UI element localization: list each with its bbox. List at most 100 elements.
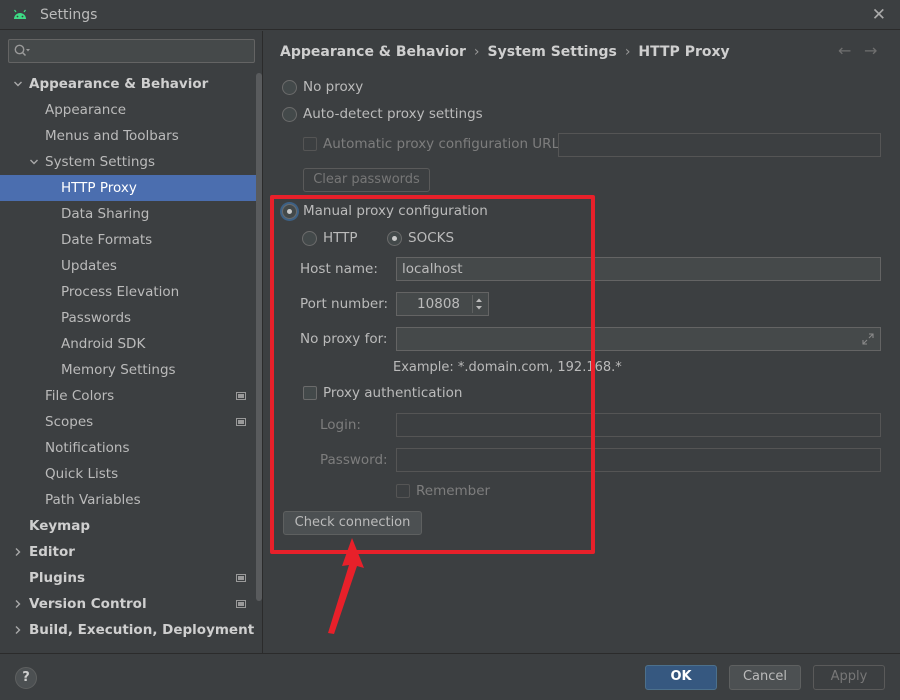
back-arrow-icon[interactable]: ← [838,41,851,60]
sidebar-item-android-sdk[interactable]: Android SDK [0,331,262,357]
password-input[interactable] [396,448,881,472]
sidebar-item-scopes[interactable]: Scopes [0,409,262,435]
forward-arrow-icon[interactable]: → [864,41,877,60]
host-name-label: Host name: [300,261,378,277]
sidebar-item-label: Passwords [61,310,132,326]
android-icon [14,9,26,19]
search-icon [14,44,30,57]
login-input[interactable] [396,413,881,437]
no-proxy-example: Example: *.domain.com, 192.168.* [393,360,622,375]
sidebar-item-appearance[interactable]: Appearance [0,97,262,123]
sidebar-item-label: Android SDK [61,336,146,352]
breadcrumb-item[interactable]: System Settings [488,44,617,60]
project-level-icon [236,418,246,426]
sidebar-item-label: Data Sharing [61,206,150,222]
password-label: Password: [320,452,388,468]
search-input[interactable] [8,39,255,63]
sidebar-item-build-execution-deployment[interactable]: Build, Execution, Deployment [0,617,262,643]
auto-detect-radio[interactable] [282,107,297,122]
sidebar-item-label: Appearance [45,102,127,118]
http-radio[interactable] [302,231,317,246]
sidebar-item-label: Keymap [29,518,91,534]
sidebar-item-quick-lists[interactable]: Quick Lists [0,461,262,487]
sidebar-item-label: System Settings [45,154,156,170]
sidebar-item-label: Plugins [29,570,86,586]
settings-sidebar: Appearance & Behavior Appearance Menus and… [0,31,263,653]
no-proxy-for-input[interactable] [396,327,881,351]
sidebar-item-label: Path Variables [45,492,141,508]
no-proxy-radio[interactable] [282,80,297,95]
sidebar-item-system-settings[interactable]: System Settings [0,149,262,175]
dialog-footer: ? OK Cancel Apply [0,653,900,700]
proxy-authentication-label: Proxy authentication [323,385,463,401]
sidebar-item-file-colors[interactable]: File Colors [0,383,262,409]
sidebar-item-label: Scopes [45,414,94,430]
sidebar-item-label: Appearance & Behavior [29,76,209,92]
check-connection-button[interactable]: Check connection [283,511,422,535]
settings-tree: Appearance & Behavior Appearance Menus and… [0,71,262,643]
http-proxy-panel: Appearance & Behavior › System Settings › HT… [264,31,900,653]
http-label: HTTP [323,230,358,246]
login-label: Login: [320,417,361,433]
sidebar-item-label: Date Formats [61,232,153,248]
sidebar-item-process-elevation[interactable]: Process Elevation [0,279,262,305]
sidebar-item-menus-and-toolbars[interactable]: Menus and Toolbars [0,123,262,149]
sidebar-item-date-formats[interactable]: Date Formats [0,227,262,253]
sidebar-item-memory-settings[interactable]: Memory Settings [0,357,262,383]
sidebar-item-label: Editor [29,544,75,560]
sidebar-item-label: HTTP Proxy [61,180,137,196]
sidebar-item-label: Build, Execution, Deployment [29,622,255,638]
auto-detect-label: Auto-detect proxy settings [303,106,483,122]
sidebar-item-updates[interactable]: Updates [0,253,262,279]
sidebar-item-label: Version Control [29,596,147,612]
sidebar-item-data-sharing[interactable]: Data Sharing [0,201,262,227]
sidebar-item-plugins[interactable]: Plugins [0,565,262,591]
auto-url-checkbox[interactable] [303,137,317,151]
sidebar-item-path-variables[interactable]: Path Variables [0,487,262,513]
socks-radio[interactable] [387,231,402,246]
no-proxy-for-label: No proxy for: [300,331,388,347]
cancel-button[interactable]: Cancel [729,665,801,690]
sidebar-item-passwords[interactable]: Passwords [0,305,262,331]
remember-checkbox[interactable] [396,484,410,498]
proxy-authentication-checkbox[interactable] [303,386,317,400]
sidebar-item-http-proxy[interactable]: HTTP Proxy [0,175,262,201]
stepper-arrows-icon[interactable] [472,295,486,313]
chevron-down-icon[interactable] [29,157,39,167]
breadcrumb-separator: › [473,44,480,60]
apply-button[interactable]: Apply [813,665,885,690]
sidebar-item-keymap[interactable]: Keymap [0,513,262,539]
clear-passwords-button[interactable]: Clear passwords [303,168,430,192]
ok-button[interactable]: OK [645,665,717,690]
sidebar-item-label: Process Elevation [61,284,180,300]
port-number-label: Port number: [300,296,389,312]
sidebar-item-label: Memory Settings [61,362,176,378]
breadcrumb-item[interactable]: Appearance & Behavior [280,44,466,60]
close-icon[interactable]: ✕ [872,5,886,25]
project-level-icon [236,600,246,608]
sidebar-item-label: Notifications [45,440,130,456]
sidebar-item-notifications[interactable]: Notifications [0,435,262,461]
chevron-right-icon[interactable] [13,547,23,557]
chevron-right-icon[interactable] [13,625,23,635]
sidebar-item-label: Updates [61,258,117,274]
auto-url-label: Automatic proxy configuration URL: [323,136,564,152]
port-number-stepper[interactable] [396,292,489,316]
title-bar: Settings ✕ [0,0,900,30]
sidebar-scrollbar[interactable] [256,73,262,601]
help-button[interactable]: ? [15,667,37,689]
sidebar-item-appearance-behavior[interactable]: Appearance & Behavior [0,71,262,97]
manual-proxy-radio[interactable] [282,204,297,219]
chevron-down-icon[interactable] [13,79,23,89]
chevron-right-icon[interactable] [13,599,23,609]
sidebar-item-editor[interactable]: Editor [0,539,262,565]
sidebar-item-label: File Colors [45,388,115,404]
project-level-icon [236,392,246,400]
auto-url-input[interactable] [558,133,881,157]
breadcrumb-separator: › [624,44,631,60]
host-name-input[interactable] [396,257,881,281]
sidebar-item-version-control[interactable]: Version Control [0,591,262,617]
no-proxy-label: No proxy [303,79,364,95]
expand-icon[interactable] [862,333,874,345]
breadcrumb: Appearance & Behavior › System Settings › HT… [280,44,730,60]
